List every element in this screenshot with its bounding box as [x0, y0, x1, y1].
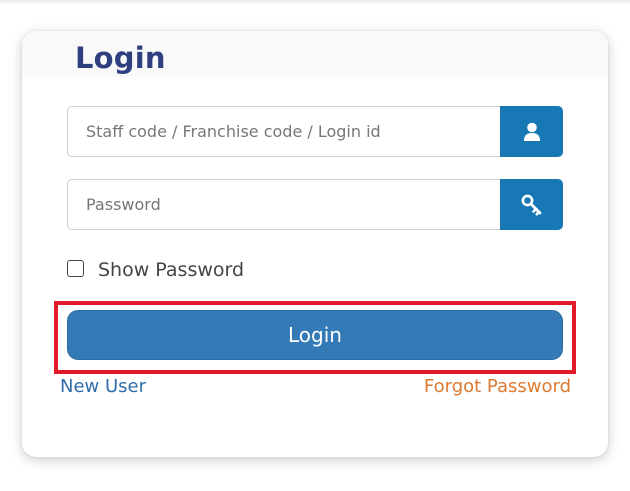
- password-input[interactable]: [67, 179, 500, 230]
- new-user-link[interactable]: New User: [60, 376, 146, 397]
- show-password-row: Show Password: [67, 259, 244, 281]
- user-icon: [523, 122, 540, 141]
- login-card: Login Show Password Login New User Forgo…: [22, 31, 608, 457]
- show-password-label[interactable]: Show Password: [98, 259, 244, 281]
- key-icon: [521, 194, 541, 216]
- card-header: Login: [22, 31, 608, 77]
- top-divider: [0, 0, 630, 4]
- password-input-group: [67, 179, 563, 230]
- show-password-checkbox[interactable]: [67, 259, 84, 277]
- username-input[interactable]: [67, 106, 500, 157]
- login-button[interactable]: Login: [67, 310, 563, 360]
- password-addon[interactable]: [500, 179, 563, 230]
- username-addon[interactable]: [500, 106, 563, 157]
- username-input-group: [67, 106, 563, 157]
- forgot-password-link[interactable]: Forgot Password: [424, 376, 571, 397]
- page-title: Login: [75, 41, 166, 75]
